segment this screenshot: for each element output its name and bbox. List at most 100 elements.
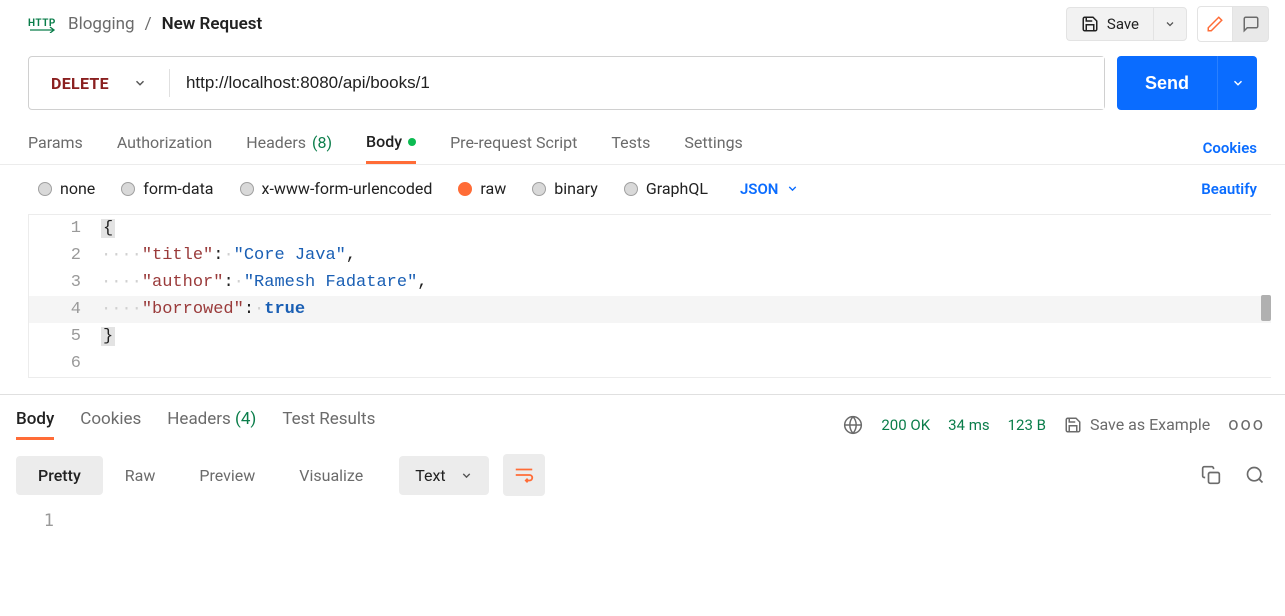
chevron-down-icon bbox=[786, 182, 799, 195]
response-body-viewer[interactable]: 1 bbox=[0, 496, 1285, 534]
code-token: "Ramesh Fadatare" bbox=[244, 273, 417, 292]
view-pretty[interactable]: Pretty bbox=[16, 456, 103, 495]
response-tab-headers[interactable]: Headers (4) bbox=[167, 409, 256, 440]
http-method-select[interactable]: DELETE bbox=[29, 57, 169, 109]
http-method-label: DELETE bbox=[51, 74, 109, 93]
cookies-link[interactable]: Cookies bbox=[1203, 139, 1257, 157]
search-button[interactable] bbox=[1245, 465, 1265, 485]
view-preview[interactable]: Preview bbox=[177, 456, 277, 495]
indent-guide: ···· bbox=[101, 273, 142, 292]
bodytype-formdata[interactable]: form-data bbox=[121, 179, 213, 198]
bodytype-binary-label: binary bbox=[554, 179, 598, 198]
radio-icon bbox=[624, 182, 638, 196]
code-token: true bbox=[264, 300, 305, 319]
indent-guide: · bbox=[254, 300, 264, 319]
bodytype-none-label: none bbox=[60, 179, 95, 198]
bodytype-urlencoded[interactable]: x-www-form-urlencoded bbox=[240, 179, 433, 198]
bodytype-binary[interactable]: binary bbox=[532, 179, 598, 198]
chevron-down-icon bbox=[460, 469, 473, 482]
bodytype-none[interactable]: none bbox=[38, 179, 95, 198]
unsaved-dot-icon bbox=[408, 138, 416, 146]
beautify-button[interactable]: Beautify bbox=[1201, 180, 1257, 198]
response-tab-headers-count: (4) bbox=[235, 409, 256, 429]
view-raw[interactable]: Raw bbox=[103, 456, 178, 495]
url-input[interactable] bbox=[170, 57, 1104, 109]
line-number: 1 bbox=[16, 511, 72, 531]
indent-guide: · bbox=[223, 246, 233, 265]
chevron-down-icon bbox=[133, 76, 147, 90]
save-button[interactable]: Save bbox=[1066, 7, 1153, 41]
code-token: } bbox=[101, 327, 115, 346]
indent-guide: ···· bbox=[101, 300, 142, 319]
http-icon: HTTP bbox=[28, 15, 58, 33]
bodytype-graphql-label: GraphQL bbox=[646, 179, 708, 198]
response-tab-cookies[interactable]: Cookies bbox=[80, 409, 141, 440]
indent-guide: ···· bbox=[101, 246, 142, 265]
send-button[interactable]: Send bbox=[1117, 56, 1217, 110]
body-format-label: JSON bbox=[740, 180, 778, 198]
line-number: 2 bbox=[29, 246, 101, 265]
save-as-example-button[interactable]: Save as Example bbox=[1064, 415, 1210, 434]
status-time: 34 ms bbox=[948, 416, 989, 434]
svg-text:HTTP: HTTP bbox=[28, 18, 56, 29]
status-code: 200 OK bbox=[881, 416, 930, 434]
edit-button[interactable] bbox=[1197, 6, 1233, 42]
response-format-select[interactable]: Text bbox=[399, 456, 488, 495]
request-body-editor[interactable]: 1{ 2····"title":·"Core Java", 3····"auth… bbox=[28, 214, 1271, 378]
wrap-icon bbox=[513, 464, 535, 486]
pencil-icon bbox=[1206, 15, 1224, 33]
tab-headers-label: Headers bbox=[246, 133, 306, 152]
bodytype-raw[interactable]: raw bbox=[458, 179, 506, 198]
comment-button[interactable] bbox=[1233, 6, 1269, 42]
bodytype-urlencoded-label: x-www-form-urlencoded bbox=[262, 179, 433, 198]
line-number: 3 bbox=[29, 273, 101, 292]
breadcrumb-request[interactable]: New Request bbox=[162, 14, 263, 34]
radio-icon bbox=[240, 182, 254, 196]
line-number: 4 bbox=[29, 300, 101, 319]
tab-params[interactable]: Params bbox=[28, 132, 83, 164]
view-visualize[interactable]: Visualize bbox=[277, 456, 385, 495]
save-dropdown-button[interactable] bbox=[1153, 7, 1187, 41]
ellipsis-icon: ooo bbox=[1228, 414, 1265, 435]
tab-tests[interactable]: Tests bbox=[611, 132, 650, 164]
response-tab-headers-label: Headers bbox=[167, 409, 231, 429]
save-icon bbox=[1081, 15, 1099, 33]
tab-settings[interactable]: Settings bbox=[684, 132, 742, 164]
radio-icon bbox=[38, 182, 52, 196]
code-token: { bbox=[101, 219, 115, 238]
tab-prerequest[interactable]: Pre-request Script bbox=[450, 132, 577, 164]
tab-headers[interactable]: Headers (8) bbox=[246, 132, 332, 164]
line-number: 5 bbox=[29, 327, 101, 346]
tab-body[interactable]: Body bbox=[366, 132, 416, 164]
body-format-select[interactable]: JSON bbox=[740, 180, 799, 198]
response-tab-testresults[interactable]: Test Results bbox=[282, 409, 375, 440]
bodytype-raw-label: raw bbox=[480, 179, 506, 198]
response-tab-body[interactable]: Body bbox=[16, 409, 54, 440]
breadcrumb-collection[interactable]: Blogging bbox=[68, 14, 135, 34]
scrollbar-thumb[interactable] bbox=[1261, 295, 1271, 321]
save-icon bbox=[1064, 416, 1082, 434]
radio-icon bbox=[121, 182, 135, 196]
comment-icon bbox=[1242, 15, 1260, 33]
code-token: "author" bbox=[142, 273, 224, 292]
bodytype-formdata-label: form-data bbox=[143, 179, 213, 198]
radio-checked-icon bbox=[458, 182, 472, 196]
bodytype-graphql[interactable]: GraphQL bbox=[624, 179, 708, 198]
save-as-example-label: Save as Example bbox=[1090, 415, 1210, 434]
send-dropdown-button[interactable] bbox=[1217, 56, 1257, 110]
status-size: 123 B bbox=[1008, 416, 1046, 434]
response-format-label: Text bbox=[415, 466, 445, 485]
more-menu-button[interactable]: ooo bbox=[1228, 414, 1265, 435]
tab-body-label: Body bbox=[366, 132, 402, 151]
copy-button[interactable] bbox=[1201, 465, 1221, 485]
wrap-lines-button[interactable] bbox=[503, 454, 545, 496]
breadcrumb: HTTP Blogging / New Request bbox=[28, 14, 262, 34]
save-button-label: Save bbox=[1107, 15, 1139, 33]
breadcrumb-separator: / bbox=[145, 14, 152, 34]
copy-icon bbox=[1201, 465, 1221, 485]
globe-icon[interactable] bbox=[843, 415, 863, 435]
code-token: "borrowed" bbox=[142, 300, 244, 319]
line-number: 6 bbox=[29, 354, 101, 373]
tab-authorization[interactable]: Authorization bbox=[117, 132, 212, 164]
line-number: 1 bbox=[29, 219, 101, 238]
